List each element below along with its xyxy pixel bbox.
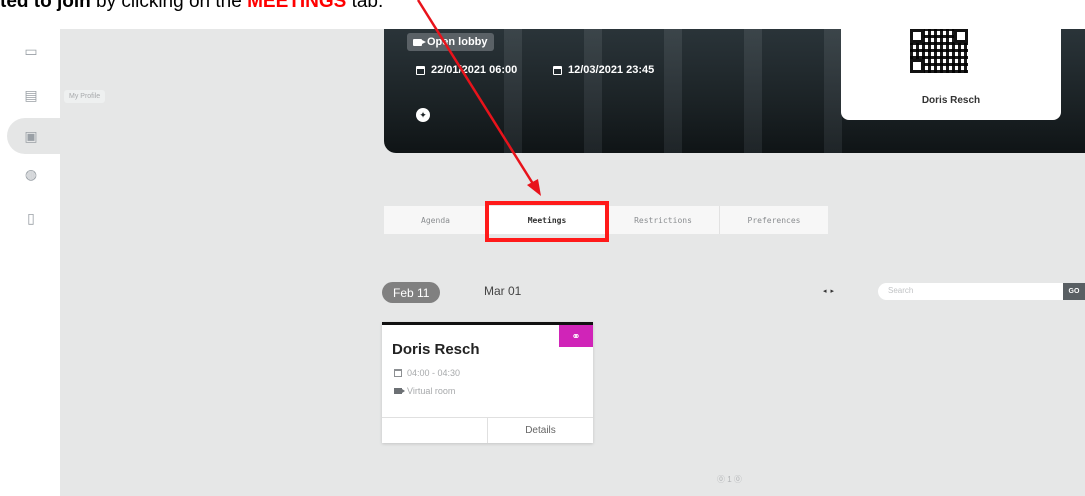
arrow-line xyxy=(416,0,537,188)
annotation-arrow xyxy=(416,0,541,196)
arrow-head xyxy=(527,179,541,196)
